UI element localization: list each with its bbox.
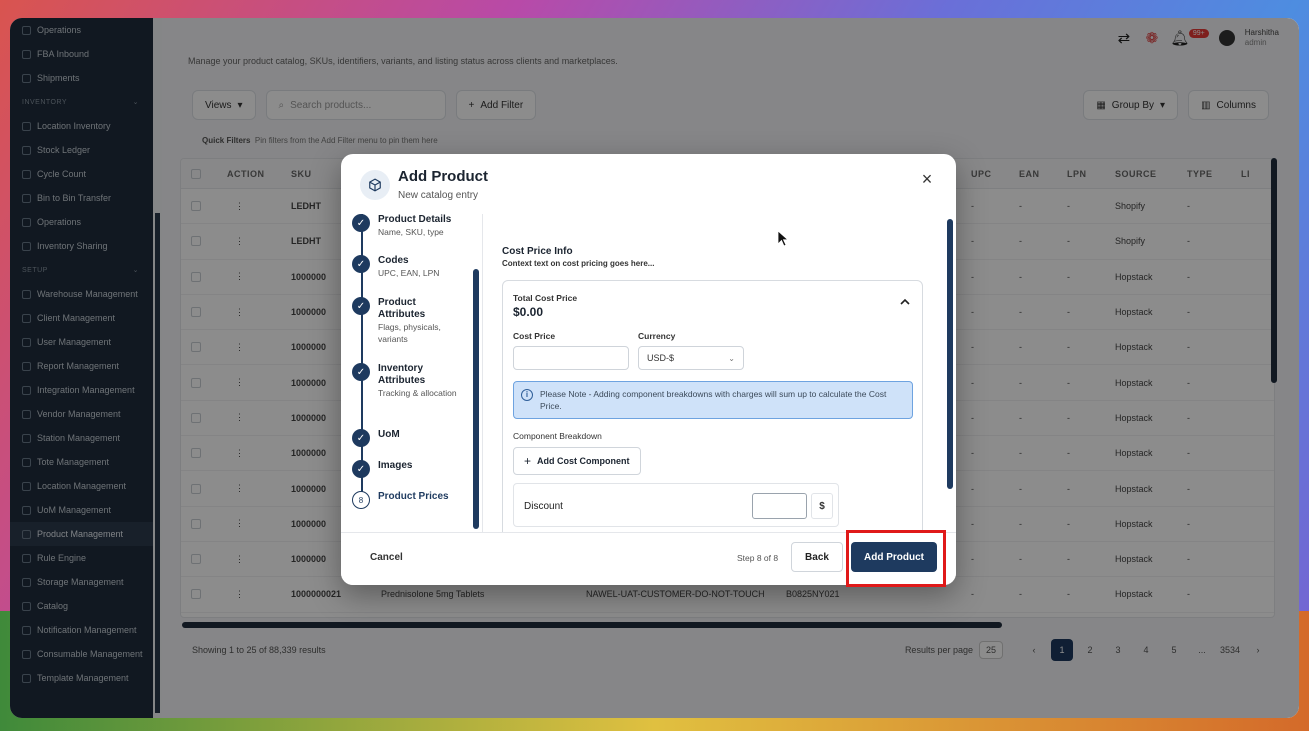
check-icon: ✓	[352, 429, 370, 447]
currency-value: USD-$	[647, 353, 675, 363]
step-description: UPC, EAN, LPN	[378, 268, 440, 278]
check-icon: ✓	[352, 255, 370, 273]
modal-title: Add Product	[398, 168, 488, 185]
step-label: Product Details	[378, 214, 452, 225]
add-cost-component-button[interactable]: + Add Cost Component	[513, 447, 641, 475]
modal-header: Add Product New catalog entry ×	[341, 154, 956, 214]
cancel-button[interactable]: Cancel	[370, 552, 403, 563]
step-label: UoM	[378, 429, 400, 440]
section-title: Cost Price Info	[502, 246, 573, 257]
discount-input[interactable]	[752, 493, 807, 519]
step-label: Product Prices	[378, 491, 449, 502]
step-product-prices[interactable]: 8 Product Prices	[352, 491, 458, 509]
cost-note: i Please Note - Adding component breakdo…	[513, 381, 913, 419]
total-cost-value: $0.00	[513, 305, 544, 319]
discount-row: Discount $	[513, 483, 839, 527]
check-icon: ✓	[352, 363, 370, 381]
discount-unit: $	[811, 493, 833, 519]
step-indicator: Step 8 of 8	[737, 553, 779, 563]
chevron-down-icon: ⌄	[728, 353, 735, 363]
step-number: 8	[352, 491, 370, 509]
plus-icon: +	[524, 454, 532, 468]
component-breakdown-label: Component Breakdown	[513, 431, 602, 441]
note-text: Please Note - Adding component breakdown…	[540, 389, 887, 411]
mouse-cursor-icon	[777, 230, 789, 247]
step-label: Codes	[378, 255, 409, 266]
step-label: Inventory Attributes	[378, 363, 426, 386]
chevron-up-icon[interactable]	[900, 297, 910, 307]
step-label: Product Attributes	[378, 297, 426, 320]
modal-subtitle: New catalog entry	[398, 190, 479, 201]
step-description: Name, SKU, type	[378, 227, 444, 237]
add-product-modal: Add Product New catalog entry × ✓ Product…	[341, 154, 956, 585]
package-icon	[360, 170, 390, 200]
step-inventory-attributes[interactable]: ✓ Inventory Attributes Tracking & allocati…	[352, 363, 458, 399]
cost-price-label: Cost Price	[513, 331, 556, 341]
back-button[interactable]: Back	[791, 542, 843, 572]
stepper-scrollbar[interactable]	[473, 269, 479, 529]
check-icon: ✓	[352, 460, 370, 478]
step-uom[interactable]: ✓ UoM	[352, 429, 458, 447]
info-icon: i	[521, 389, 533, 401]
modal-content: Cost Price Info Context text on cost pri…	[483, 214, 956, 532]
content-scrollbar[interactable]	[947, 219, 953, 489]
section-subtitle: Context text on cost pricing goes here..…	[502, 259, 655, 268]
step-product-details[interactable]: ✓ Product Details Name, SKU, type	[352, 214, 458, 238]
check-icon: ✓	[352, 297, 370, 315]
stepper: ✓ Product Details Name, SKU, type ✓ Codes UPC…	[341, 214, 481, 532]
currency-label: Currency	[638, 331, 676, 341]
close-icon[interactable]: ×	[918, 170, 936, 188]
highlight-annotation	[846, 530, 946, 587]
cost-price-input[interactable]	[513, 346, 629, 370]
total-cost-label: Total Cost Price	[513, 293, 578, 303]
step-description: Tracking & allocation	[378, 388, 457, 398]
cost-price-card: Total Cost Price $0.00 Cost Price Curren…	[502, 280, 923, 532]
step-images[interactable]: ✓ Images	[352, 460, 458, 478]
discount-label: Discount	[524, 501, 563, 512]
add-cost-component-label: Add Cost Component	[537, 456, 630, 466]
currency-select[interactable]: USD-$ ⌄	[638, 346, 744, 370]
step-codes[interactable]: ✓ Codes UPC, EAN, LPN	[352, 255, 458, 279]
step-product-attributes[interactable]: ✓ Product Attributes Flags, physicals, var…	[352, 297, 458, 345]
step-description: Flags, physicals, variants	[378, 322, 441, 344]
check-icon: ✓	[352, 214, 370, 232]
step-label: Images	[378, 460, 413, 471]
